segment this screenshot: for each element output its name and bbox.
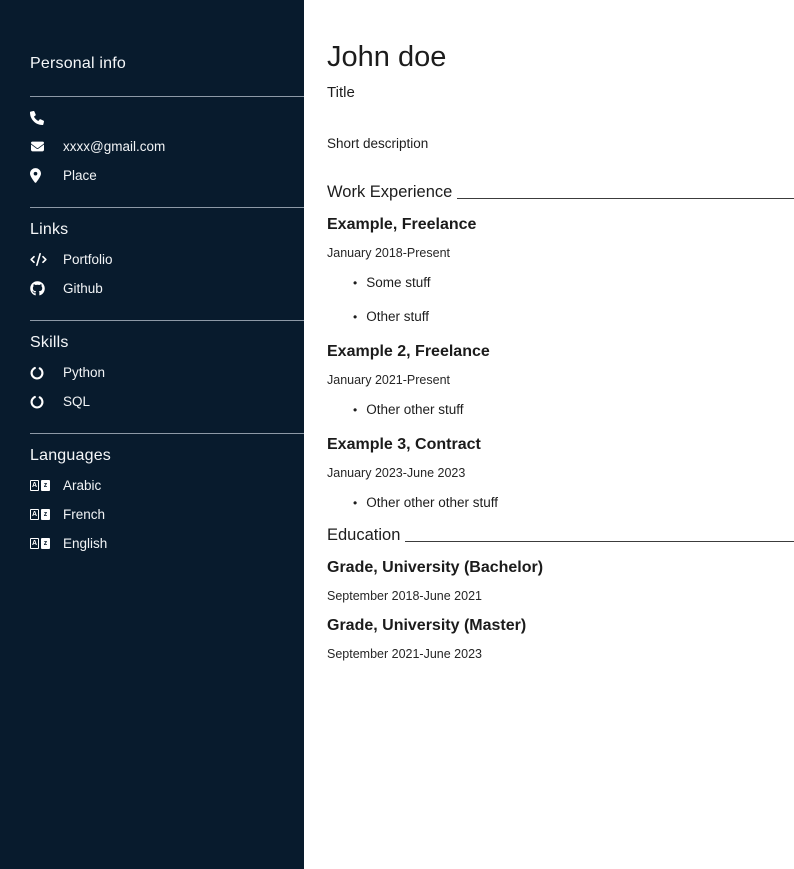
work-entry-title: Example 3, Contract [327,436,794,454]
work-entry-dates: January 2023-June 2023 [327,466,794,480]
person-title: Title [327,84,794,101]
portfolio-link[interactable]: Portfolio [30,251,304,268]
links-items: Portfolio Github [30,251,304,297]
language-row: Az English [30,535,304,552]
place-row: Place [30,167,304,184]
language-label: English [63,536,107,551]
envelope-icon [30,140,52,153]
bullet-glyph: • [353,404,357,416]
section-rule [457,198,794,199]
person-name: John doe [327,42,794,74]
education-heading-label: Education [327,526,400,545]
work-entry: Example 3, Contract January 2023-June 20… [327,436,794,510]
email-value: xxxx@gmail.com [63,139,165,154]
skills-heading: Skills [30,334,304,352]
bullet-text: Some stuff [366,275,430,290]
bullet-item: • Other other stuff [353,402,794,417]
education-entry-title: Grade, University (Master) [327,617,794,635]
work-experience-heading-label: Work Experience [327,183,452,202]
email-row[interactable]: xxxx@gmail.com [30,138,304,155]
bullet-text: Other stuff [366,309,429,324]
portfolio-label: Portfolio [63,252,113,267]
bullet-item: • Other other other stuff [353,495,794,510]
work-entry-title: Example 2, Freelance [327,343,794,361]
github-link[interactable]: Github [30,280,304,297]
location-pin-icon [30,168,52,183]
bullet-text: Other other other stuff [366,495,498,510]
place-value: Place [63,168,97,183]
bullet-glyph: • [353,311,357,323]
education-entry-title: Grade, University (Bachelor) [327,559,794,577]
education-entry: Grade, University (Bachelor) September 2… [327,559,794,603]
personal-info-heading: Personal info [30,55,304,73]
sidebar-divider [30,433,304,434]
work-experience-heading: Work Experience [327,183,794,202]
work-entry-dates: January 2021-Present [327,373,794,387]
education-entry-dates: September 2021-June 2023 [327,647,794,661]
bullet-glyph: • [353,277,357,289]
section-rule [405,541,794,542]
code-icon [30,253,52,266]
language-row: Az Arabic [30,477,304,494]
bullet-item: • Some stuff [353,275,794,290]
work-entry-title: Example, Freelance [327,216,794,234]
language-row: Az French [30,506,304,523]
language-label: French [63,507,105,522]
phone-icon [30,111,52,125]
language-label: Arabic [63,478,101,493]
bullet-text: Other other stuff [366,402,463,417]
work-entry: Example 2, Freelance January 2021-Presen… [327,343,794,417]
phone-row [30,109,304,126]
work-entry-bullets: • Other other stuff [327,402,794,417]
languages-heading: Languages [30,447,304,465]
education-entry-dates: September 2018-June 2021 [327,589,794,603]
skill-label: Python [63,365,105,380]
skills-items: Python SQL [30,364,304,410]
languages-items: Az Arabic Az French Az English [30,477,304,552]
work-entry-bullets: • Some stuff • Other stuff [327,275,794,324]
sidebar-divider [30,320,304,321]
skill-label: SQL [63,394,90,409]
skill-row: SQL [30,393,304,410]
bullet-item: • Other stuff [353,309,794,324]
work-entry-dates: January 2018-Present [327,246,794,260]
sidebar-divider [30,207,304,208]
github-label: Github [63,281,103,296]
education-heading: Education [327,526,794,545]
links-heading: Links [30,221,304,239]
personal-info-items: xxxx@gmail.com Place [30,109,304,184]
circle-notch-icon [30,366,52,380]
bullet-glyph: • [353,497,357,509]
resume-main: John doe Title Short description Work Ex… [305,0,794,869]
short-description: Short description [327,136,794,151]
sidebar: Personal info xxxx@gmail.com Place [0,0,304,869]
work-entry-bullets: • Other other other stuff [327,495,794,510]
skill-row: Python [30,364,304,381]
circle-notch-icon [30,395,52,409]
education-entry: Grade, University (Master) September 202… [327,617,794,661]
resume-page: Personal info xxxx@gmail.com Place [0,0,794,869]
work-entry: Example, Freelance January 2018-Present … [327,216,794,324]
language-icon: Az [30,538,52,549]
github-icon [30,281,52,296]
language-icon: Az [30,509,52,520]
language-icon: Az [30,480,52,491]
sidebar-divider [30,96,304,97]
